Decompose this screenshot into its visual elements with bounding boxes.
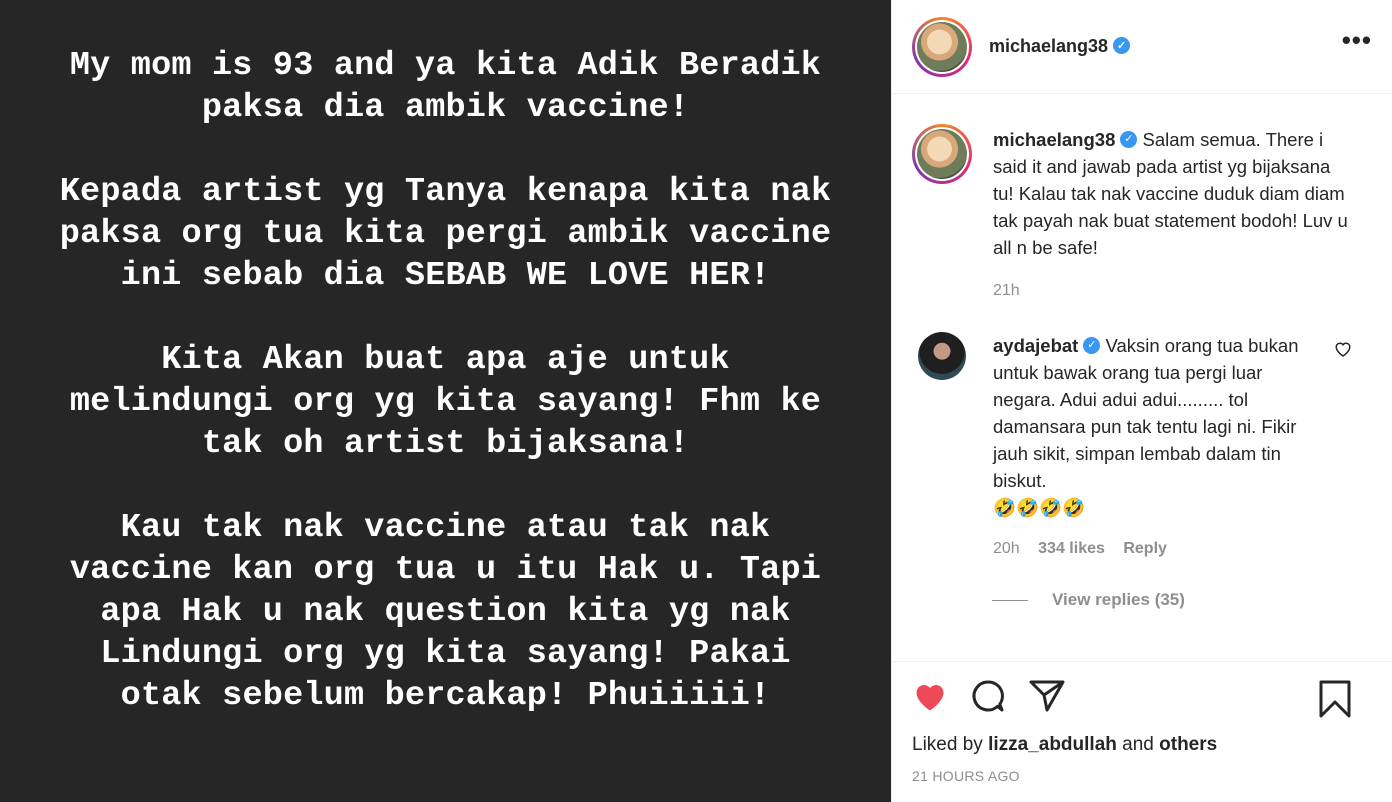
caption-time[interactable]: 21h: [993, 282, 1020, 299]
caption-username[interactable]: michaelang38: [993, 129, 1115, 150]
caption: michaelang38 ✓ Salam semua. There i said …: [912, 124, 1372, 304]
comment-emoji: 🤣🤣🤣🤣: [993, 497, 1086, 518]
author-username[interactable]: michaelang38: [989, 36, 1108, 56]
post-header: michaelang38 ✓ •••: [892, 0, 1392, 94]
comment-text: Vaksin orang tua bukan untuk bawak orang…: [993, 335, 1299, 491]
verified-icon: ✓: [1083, 336, 1101, 354]
view-replies-line: [992, 599, 1028, 601]
post-view: My mom is 93 and ya kita Adik Beradik pa…: [0, 0, 1392, 802]
reply-button[interactable]: Reply: [1123, 540, 1167, 557]
liked-by-others[interactable]: others: [1159, 734, 1217, 755]
post-side-panel: michaelang38 ✓ ••• michaelang38 ✓ Salam se…: [891, 0, 1392, 802]
story-text: My mom is 93 and ya kita Adik Beradik pa…: [59, 47, 832, 715]
bookmark-icon[interactable]: [1318, 680, 1372, 723]
comments-section: michaelang38 ✓ Salam semua. There i said …: [892, 94, 1392, 661]
liked-heart-icon[interactable]: [912, 679, 968, 717]
comment-icon[interactable]: [968, 676, 1028, 721]
verified-icon: ✓: [1113, 36, 1131, 54]
caption-avatar[interactable]: [912, 124, 972, 184]
post-footer: Liked by lizza_abdullah and others 21 HO…: [892, 661, 1392, 802]
liked-by: Liked by lizza_abdullah and others: [912, 734, 1218, 755]
commenter-username[interactable]: aydajebat: [993, 335, 1078, 356]
post-media[interactable]: My mom is 93 and ya kita Adik Beradik pa…: [0, 0, 891, 802]
post-timestamp[interactable]: 21 HOURS AGO: [912, 768, 1372, 784]
comment-time[interactable]: 20h: [993, 540, 1020, 557]
commenter-avatar[interactable]: [918, 332, 966, 380]
view-replies-button[interactable]: View replies (35): [1052, 590, 1185, 610]
more-options-icon[interactable]: •••: [1342, 27, 1372, 53]
verified-icon: ✓: [1120, 130, 1138, 148]
action-bar: [912, 662, 1372, 734]
comment-like-icon[interactable]: [1334, 340, 1352, 362]
liked-by-user[interactable]: lizza_abdullah: [988, 734, 1117, 755]
comment: aydajebat ✓ Vaksin orang tua bukan untuk …: [912, 332, 1372, 562]
comment-likes[interactable]: 334 likes: [1038, 540, 1105, 557]
share-icon[interactable]: [1028, 678, 1086, 719]
author-avatar[interactable]: [912, 16, 972, 77]
